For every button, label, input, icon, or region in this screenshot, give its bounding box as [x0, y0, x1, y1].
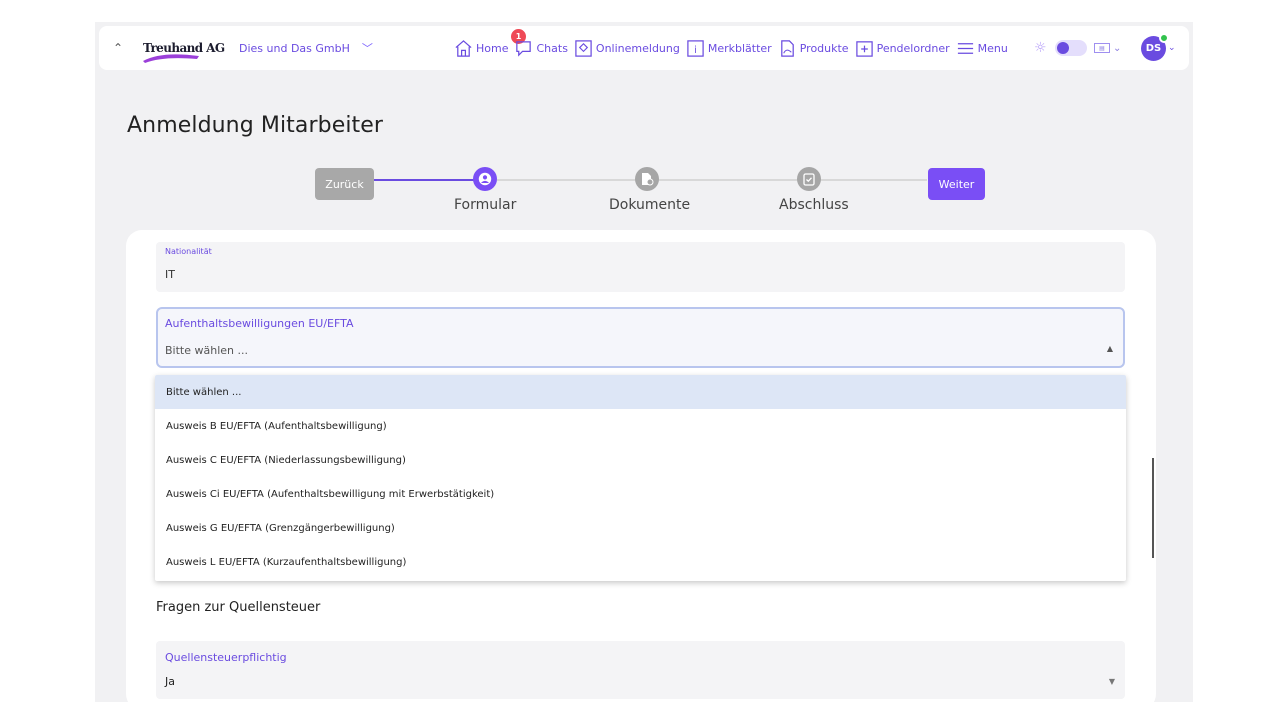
theme-switcher: ☼	[1034, 26, 1087, 70]
chevron-down-icon: ⌄	[1168, 43, 1176, 53]
nav-merkblaetter-label: Merkblätter	[707, 41, 772, 55]
back-button[interactable]: Zurück	[315, 168, 374, 200]
residence-permit-select[interactable]: Aufenthaltsbewilligungen EU/EFTA Bitte w…	[156, 307, 1125, 368]
nav-chats-label: Chats	[536, 41, 568, 55]
residence-permit-value: Bitte wählen ...	[165, 344, 248, 357]
language-icon: ▤	[1094, 43, 1110, 53]
stepper-progress-line	[374, 179, 476, 181]
option-item[interactable]: Ausweis Ci EU/EFTA (Aufenthaltsbewilligu…	[155, 477, 1126, 511]
nationality-label: Nationalität	[165, 247, 212, 256]
user-circle-icon	[478, 172, 492, 186]
option-item[interactable]: Bitte wählen ...	[155, 375, 1126, 409]
page-title: Anmeldung Mitarbeiter	[127, 113, 384, 138]
logo-text: Treuhand AG	[143, 41, 225, 55]
option-item[interactable]: Ausweis B EU/EFTA (Aufenthaltsbewilligun…	[155, 409, 1126, 443]
nav-produkte[interactable]: Produkte	[778, 39, 849, 58]
nationality-value: IT	[165, 268, 175, 281]
caret-down-icon: ▼	[1108, 677, 1115, 686]
residence-permit-label: Aufenthaltsbewilligungen EU/EFTA	[165, 317, 354, 330]
language-selector[interactable]: ▤ ⌄	[1094, 26, 1121, 70]
user-menu[interactable]: DS ⌄	[1141, 26, 1176, 70]
stepper-track-line	[497, 179, 927, 181]
dark-mode-toggle[interactable]	[1054, 40, 1087, 56]
company-logo[interactable]: Treuhand AG	[143, 26, 225, 70]
step-dokumente-label[interactable]: Dokumente	[609, 197, 690, 213]
folder-plus-icon	[855, 40, 873, 57]
withholding-tax-value: Ja	[165, 675, 175, 688]
light-bulb-icon: ☼	[1034, 40, 1047, 56]
nav-merkblaetter[interactable]: i Merkblätter	[686, 39, 772, 58]
next-button[interactable]: Weiter	[928, 168, 985, 200]
withholding-tax-section-title: Fragen zur Quellensteuer	[156, 600, 321, 615]
caret-up-icon: ▲	[1106, 344, 1113, 353]
nav-produkte-label: Produkte	[799, 41, 849, 55]
page-scrollbar[interactable]	[1152, 458, 1154, 558]
step-formular-label[interactable]: Formular	[454, 197, 516, 213]
nav-menu-label: Menu	[977, 41, 1008, 55]
info-sheet-icon: i	[687, 39, 704, 57]
option-item[interactable]: Ausweis L EU/EFTA (Kurzaufenthaltsbewill…	[155, 545, 1126, 579]
company-selector[interactable]: Dies und Das GmbH ﹀	[239, 26, 373, 70]
step-formular-indicator	[473, 167, 497, 191]
online-report-icon	[575, 39, 592, 57]
withholding-tax-label: Quellensteuerpflichtig	[165, 651, 287, 664]
option-item[interactable]: Ausweis C EU/EFTA (Niederlassungsbewilli…	[155, 443, 1126, 477]
avatar-initials: DS	[1145, 42, 1162, 54]
withholding-tax-select[interactable]: Quellensteuerpflichtig Ja ▼	[156, 641, 1125, 699]
nav-chats[interactable]: Chats	[514, 39, 568, 58]
nav-pendelordner-label: Pendelordner	[876, 41, 950, 55]
step-abschluss-label[interactable]: Abschluss	[779, 197, 849, 213]
chat-icon	[516, 40, 532, 57]
nav-pendelordner[interactable]: Pendelordner	[855, 39, 950, 58]
document-icon	[642, 173, 654, 186]
clipboard-check-icon	[803, 173, 815, 186]
company-name: Dies und Das GmbH	[239, 41, 350, 55]
nav-menu[interactable]: Menu	[956, 39, 1008, 58]
step-dokumente-indicator	[635, 167, 659, 191]
nav-onlinemeldung[interactable]: Onlinemeldung	[574, 39, 680, 58]
home-icon	[455, 39, 472, 57]
main-menu: Home 1 Chats Onlinemeldung i Merkblätter…	[454, 26, 1014, 70]
step-abschluss-indicator	[797, 167, 821, 191]
chevron-down-icon: ﹀	[361, 42, 373, 55]
online-status-dot	[1159, 32, 1169, 43]
nationality-field[interactable]: Nationalität IT	[156, 242, 1125, 292]
avatar[interactable]: DS	[1141, 32, 1169, 61]
hamburger-icon	[957, 42, 973, 54]
top-navigation-bar: ⌃ Treuhand AG Dies und Das GmbH ﹀ Home 1…	[99, 26, 1189, 70]
nav-home-label: Home	[476, 41, 509, 55]
residence-permit-options: Bitte wählen ... Ausweis B EU/EFTA (Aufe…	[155, 375, 1126, 581]
product-document-icon	[780, 39, 794, 57]
page-container: ⌃ Treuhand AG Dies und Das GmbH ﹀ Home 1…	[95, 22, 1193, 702]
nav-onlinemeldung-label: Onlinemeldung	[595, 41, 680, 55]
expand-collapse-icon[interactable]: ⌃	[113, 26, 123, 70]
option-item[interactable]: Ausweis G EU/EFTA (Grenzgängerbewilligun…	[155, 511, 1126, 545]
svg-text:i: i	[694, 44, 697, 55]
nav-home[interactable]: Home 1	[454, 28, 526, 58]
chevron-down-icon: ⌄	[1113, 42, 1122, 54]
